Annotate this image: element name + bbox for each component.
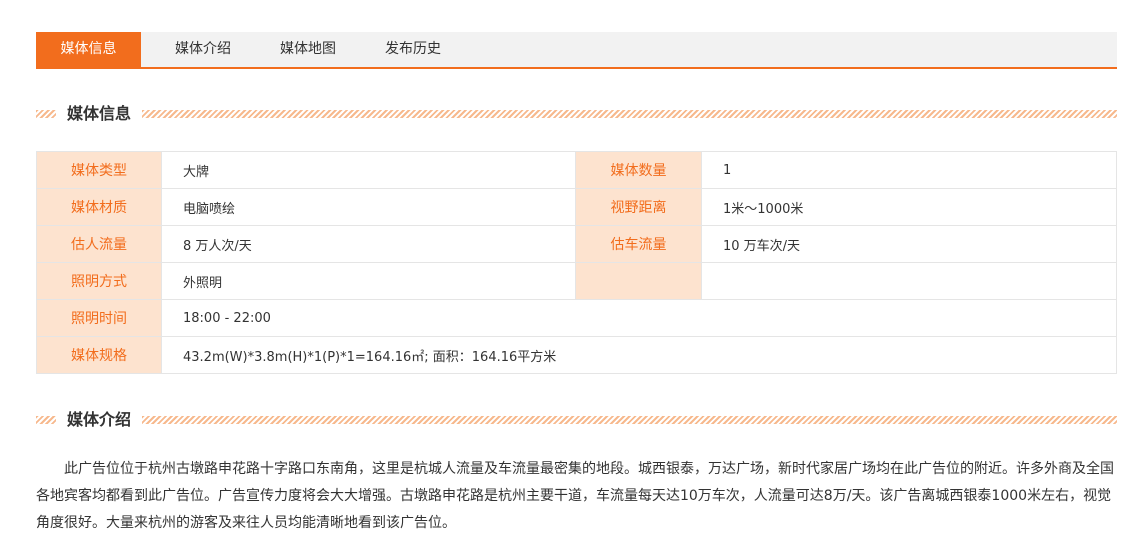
value-spec: 43.2m(W)*3.8m(H)*1(P)*1=164.16㎡; 面积：164.… xyxy=(161,336,1117,374)
tab-publish-history[interactable]: 发布历史 xyxy=(373,32,453,67)
label-view-distance: 视野距离 xyxy=(575,188,702,226)
value-view-distance: 1米～1000米 xyxy=(701,188,1117,226)
table-row: 媒体类型 大牌 媒体数量 1 xyxy=(36,151,1117,189)
header-stripe-left xyxy=(36,416,56,424)
value-media-type: 大牌 xyxy=(161,151,576,189)
section-title-media-info: 媒体信息 xyxy=(67,103,132,125)
table-row: 媒体规格 43.2m(W)*3.8m(H)*1(P)*1=164.16㎡; 面积… xyxy=(36,336,1117,374)
tab-bar: 媒体信息 媒体介绍 媒体地图 发布历史 xyxy=(36,32,1117,69)
table-row: 照明方式 外照明 xyxy=(36,262,1117,300)
header-stripe-left xyxy=(36,110,56,118)
label-lighting: 照明方式 xyxy=(36,262,162,300)
table-row: 估人流量 8 万人次/天 估车流量 10 万车次/天 xyxy=(36,225,1117,263)
label-people-flow: 估人流量 xyxy=(36,225,162,263)
value-car-flow: 10 万车次/天 xyxy=(701,225,1117,263)
tab-media-intro[interactable]: 媒体介绍 xyxy=(163,32,243,67)
table-row: 照明时间 18:00 - 22:00 xyxy=(36,299,1117,337)
label-spec: 媒体规格 xyxy=(36,336,162,374)
media-intro-header: 媒体介绍 xyxy=(36,409,1117,431)
table-row: 媒体材质 电脑喷绘 视野距离 1米～1000米 xyxy=(36,188,1117,226)
tab-media-info[interactable]: 媒体信息 xyxy=(36,32,141,67)
value-material: 电脑喷绘 xyxy=(161,188,576,226)
section-title-media-intro: 媒体介绍 xyxy=(67,409,132,431)
tab-media-map[interactable]: 媒体地图 xyxy=(268,32,348,67)
value-media-count: 1 xyxy=(701,151,1117,189)
value-lighting: 外照明 xyxy=(161,262,576,300)
label-media-count: 媒体数量 xyxy=(575,151,702,189)
media-intro-text: 此广告位位于杭州古墩路申花路十字路口东南角，这里是杭城人流量及车流量最密集的地段… xyxy=(36,461,1114,531)
header-stripe-right xyxy=(142,110,1117,118)
media-info-table: 媒体类型 大牌 媒体数量 1 媒体材质 电脑喷绘 视野距离 1米～1000米 估… xyxy=(36,151,1117,374)
label-lighting-time: 照明时间 xyxy=(36,299,162,337)
header-stripe-right xyxy=(142,416,1117,424)
label-media-type: 媒体类型 xyxy=(36,151,162,189)
value-people-flow: 8 万人次/天 xyxy=(161,225,576,263)
value-lighting-time: 18:00 - 22:00 xyxy=(161,299,1117,337)
label-empty xyxy=(575,262,702,300)
label-material: 媒体材质 xyxy=(36,188,162,226)
media-info-header: 媒体信息 xyxy=(36,103,1117,125)
value-empty xyxy=(701,262,1117,300)
label-car-flow: 估车流量 xyxy=(575,225,702,263)
